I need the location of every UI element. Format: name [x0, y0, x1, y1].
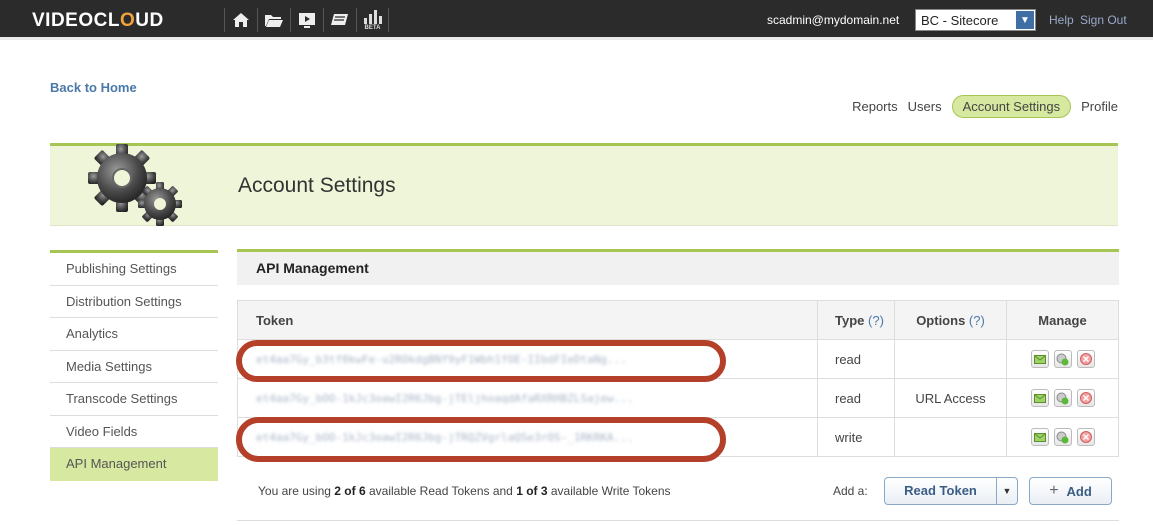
publish-icon[interactable]: [323, 8, 356, 32]
sidebar-item-media-settings[interactable]: Media Settings: [50, 351, 218, 383]
section-title: API Management: [256, 260, 369, 276]
table-row: et4aa7Gy_b3tf0kwFe-u2ROkdgBNf9yF1Wbh1fOE…: [237, 339, 1119, 379]
chevron-down-icon: ▼: [1016, 11, 1034, 29]
table-header-row: Token Type (?) Options (?) Manage: [237, 300, 1119, 340]
section-tabs: Reports Users Account Settings Profile: [852, 95, 1118, 118]
tab-account-settings[interactable]: Account Settings: [951, 95, 1072, 118]
settings-sidebar: Publishing Settings Distribution Setting…: [50, 250, 218, 481]
email-icon[interactable]: [1030, 389, 1049, 407]
regenerate-icon[interactable]: [1053, 350, 1072, 368]
content-bottom-divider: [237, 520, 1119, 521]
manage-cell: [1006, 339, 1119, 379]
help-link[interactable]: Help: [1049, 13, 1074, 27]
token-value[interactable]: et4aa7Gy_bOO-1kJc3oawI2R6Jbg-jTRQZVgrlaQ…: [238, 431, 817, 444]
user-email: scadmin@mydomain.net: [767, 13, 900, 27]
type-cell: write: [817, 417, 895, 457]
beta-label: BETA: [364, 24, 381, 31]
top-bar: VIDEOCLOUD BETA scadmin@mydomain.net BC …: [0, 0, 1153, 40]
token-cell: et4aa7Gy_b3tf0kwFe-u2ROkdgBNf9yF1Wbh1fOE…: [237, 339, 818, 379]
column-header-type: Type (?): [817, 300, 895, 340]
analytics-beta-icon[interactable]: BETA: [356, 8, 389, 32]
email-icon[interactable]: [1030, 428, 1049, 446]
chevron-down-icon: ▼: [1002, 486, 1012, 496]
type-help-link[interactable]: (?): [868, 313, 884, 328]
token-value[interactable]: et4aa7Gy_b3tf0kwFe-u2ROkdgBNf9yF1Wbh1fOE…: [238, 353, 817, 366]
add-token-button[interactable]: + Add: [1029, 477, 1112, 505]
home-icon[interactable]: [224, 8, 257, 32]
table-row: et4aa7Gy_bOO-1kJc3oawI2R6Jbg-jTRQZVgrlaQ…: [237, 417, 1119, 457]
options-cell: URL Access: [894, 378, 1007, 418]
back-to-home-link[interactable]: Back to Home: [50, 80, 137, 95]
type-cell: read: [817, 378, 895, 418]
account-select[interactable]: BC - Sitecore ▼: [915, 9, 1036, 31]
delete-icon[interactable]: [1076, 350, 1095, 368]
sidebar-item-transcode-settings[interactable]: Transcode Settings: [50, 383, 218, 416]
write-tokens-used: 1 of 3: [516, 484, 548, 498]
sidebar-item-distribution-settings[interactable]: Distribution Settings: [50, 286, 218, 318]
section-header: [237, 249, 1119, 285]
tab-reports[interactable]: Reports: [852, 96, 898, 117]
regenerate-icon[interactable]: [1053, 389, 1072, 407]
token-cell: et4aa7Gy_bOO-1kJc3oawI2R6Jbg-jTEljhoaqdA…: [237, 378, 818, 418]
tab-profile[interactable]: Profile: [1081, 96, 1118, 117]
email-icon[interactable]: [1030, 350, 1049, 368]
manage-cell: [1006, 417, 1119, 457]
delete-icon[interactable]: [1076, 389, 1095, 407]
page-title: Account Settings: [238, 174, 396, 197]
sidebar-item-video-fields[interactable]: Video Fields: [50, 416, 218, 448]
options-cell: [894, 417, 1007, 457]
account-select-value: BC - Sitecore: [921, 12, 999, 28]
media-icon[interactable]: [290, 8, 323, 32]
token-table: Token Type (?) Options (?) Manage et4aa7…: [237, 300, 1119, 457]
regenerate-icon[interactable]: [1053, 428, 1072, 446]
banner-divider: [50, 225, 1118, 226]
token-cell: et4aa7Gy_bOO-1kJc3oawI2R6Jbg-jTRQZVgrlaQ…: [237, 417, 818, 457]
gears-icon: [80, 140, 190, 232]
module-nav: BETA: [224, 8, 389, 32]
plus-icon: +: [1049, 482, 1059, 499]
tab-users[interactable]: Users: [908, 96, 942, 117]
sidebar-item-api-management[interactable]: API Management: [50, 448, 218, 481]
sign-out-link[interactable]: Sign Out: [1080, 13, 1127, 27]
delete-icon[interactable]: [1076, 428, 1095, 446]
read-tokens-used: 2 of 6: [334, 484, 366, 498]
manage-cell: [1006, 378, 1119, 418]
token-usage-text: You are using 2 of 6 available Read Toke…: [258, 484, 671, 498]
token-type-select[interactable]: Read Token ▼: [884, 477, 1018, 505]
folder-icon[interactable]: [257, 8, 290, 32]
token-value[interactable]: et4aa7Gy_bOO-1kJc3oawI2R6Jbg-jTEljhoaqdA…: [238, 392, 817, 405]
videocloud-logo[interactable]: VIDEOCLOUD: [32, 10, 164, 32]
add-a-label: Add a:: [833, 484, 868, 498]
token-type-select-value: Read Token: [885, 478, 997, 504]
column-header-options: Options (?): [894, 300, 1007, 340]
table-row: et4aa7Gy_bOO-1kJc3oawI2R6Jbg-jTEljhoaqdA…: [237, 378, 1119, 418]
options-cell: [894, 339, 1007, 379]
sidebar-item-analytics[interactable]: Analytics: [50, 318, 218, 351]
options-help-link[interactable]: (?): [969, 313, 985, 328]
column-header-token: Token: [237, 300, 818, 340]
add-button-label: Add: [1066, 483, 1092, 499]
type-cell: read: [817, 339, 895, 379]
sidebar-item-publishing-settings[interactable]: Publishing Settings: [50, 253, 218, 286]
page-banner: [50, 143, 1118, 225]
column-header-manage: Manage: [1006, 300, 1119, 340]
